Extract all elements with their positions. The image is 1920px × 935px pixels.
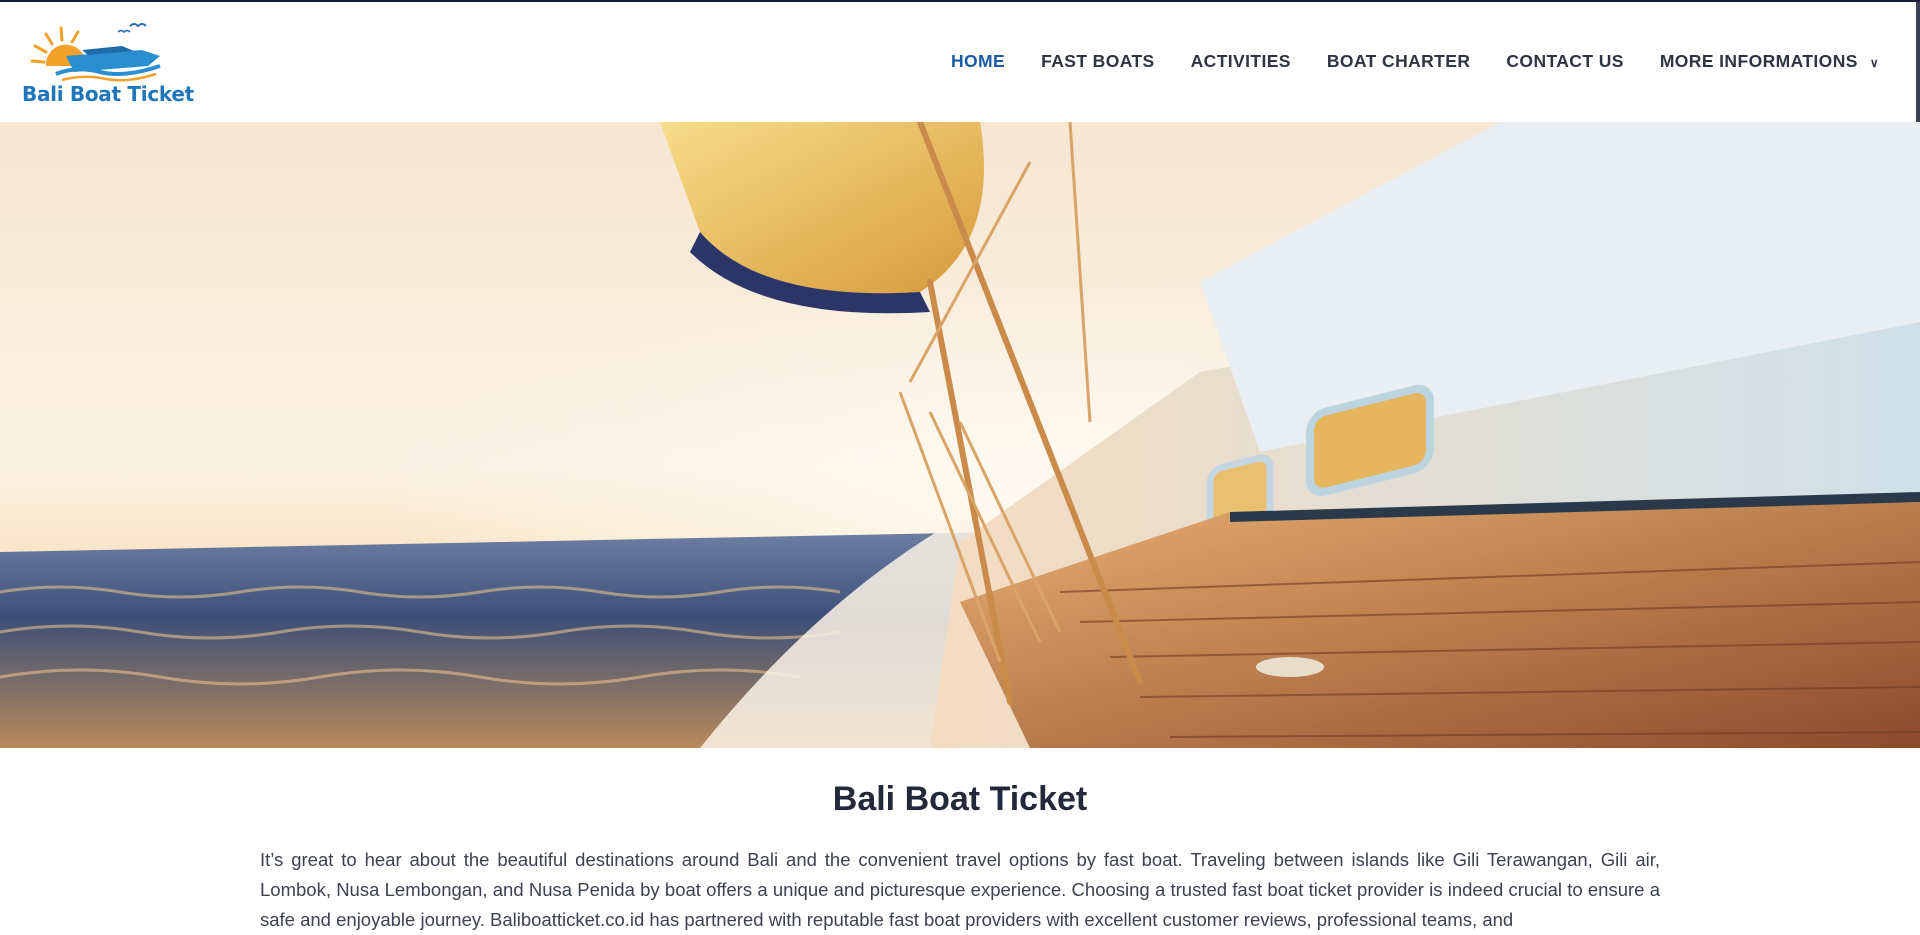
nav-label: FAST BOATS	[1041, 51, 1155, 71]
logo-text: Bali Boat Ticket	[22, 82, 194, 106]
intro-paragraph: It’s great to hear about the beautiful d…	[260, 848, 1660, 930]
hero-image	[0, 122, 1920, 748]
page-title: Bali Boat Ticket	[832, 779, 1088, 818]
hero-banner	[0, 122, 1920, 748]
boat-sun-logo-icon	[30, 23, 161, 82]
site-header: Bali Boat Ticket HOME FAST BOATS ACTIVIT…	[0, 2, 1920, 122]
nav-more-informations[interactable]: MORE INFORMATIONS ∨	[1660, 51, 1879, 72]
nav-home[interactable]: HOME	[951, 51, 1005, 72]
site-logo[interactable]: Bali Boat Ticket	[22, 16, 194, 108]
nav-contact-us[interactable]: CONTACT US	[1506, 51, 1623, 72]
main-nav: HOME FAST BOATS ACTIVITIES BOAT CHARTER …	[915, 51, 1879, 72]
nav-boat-charter[interactable]: BOAT CHARTER	[1327, 51, 1471, 72]
nav-label: BOAT CHARTER	[1326, 51, 1471, 71]
chevron-down-icon: ∨	[1869, 55, 1879, 70]
nav-label: CONTACT US	[1506, 51, 1624, 71]
nav-label: MORE INFORMATIONS	[1659, 51, 1858, 71]
nav-activities[interactable]: ACTIVITIES	[1191, 51, 1291, 72]
nav-label: HOME	[950, 51, 1006, 71]
nav-label: ACTIVITIES	[1190, 51, 1291, 71]
nav-fast-boats[interactable]: FAST BOATS	[1041, 51, 1155, 72]
